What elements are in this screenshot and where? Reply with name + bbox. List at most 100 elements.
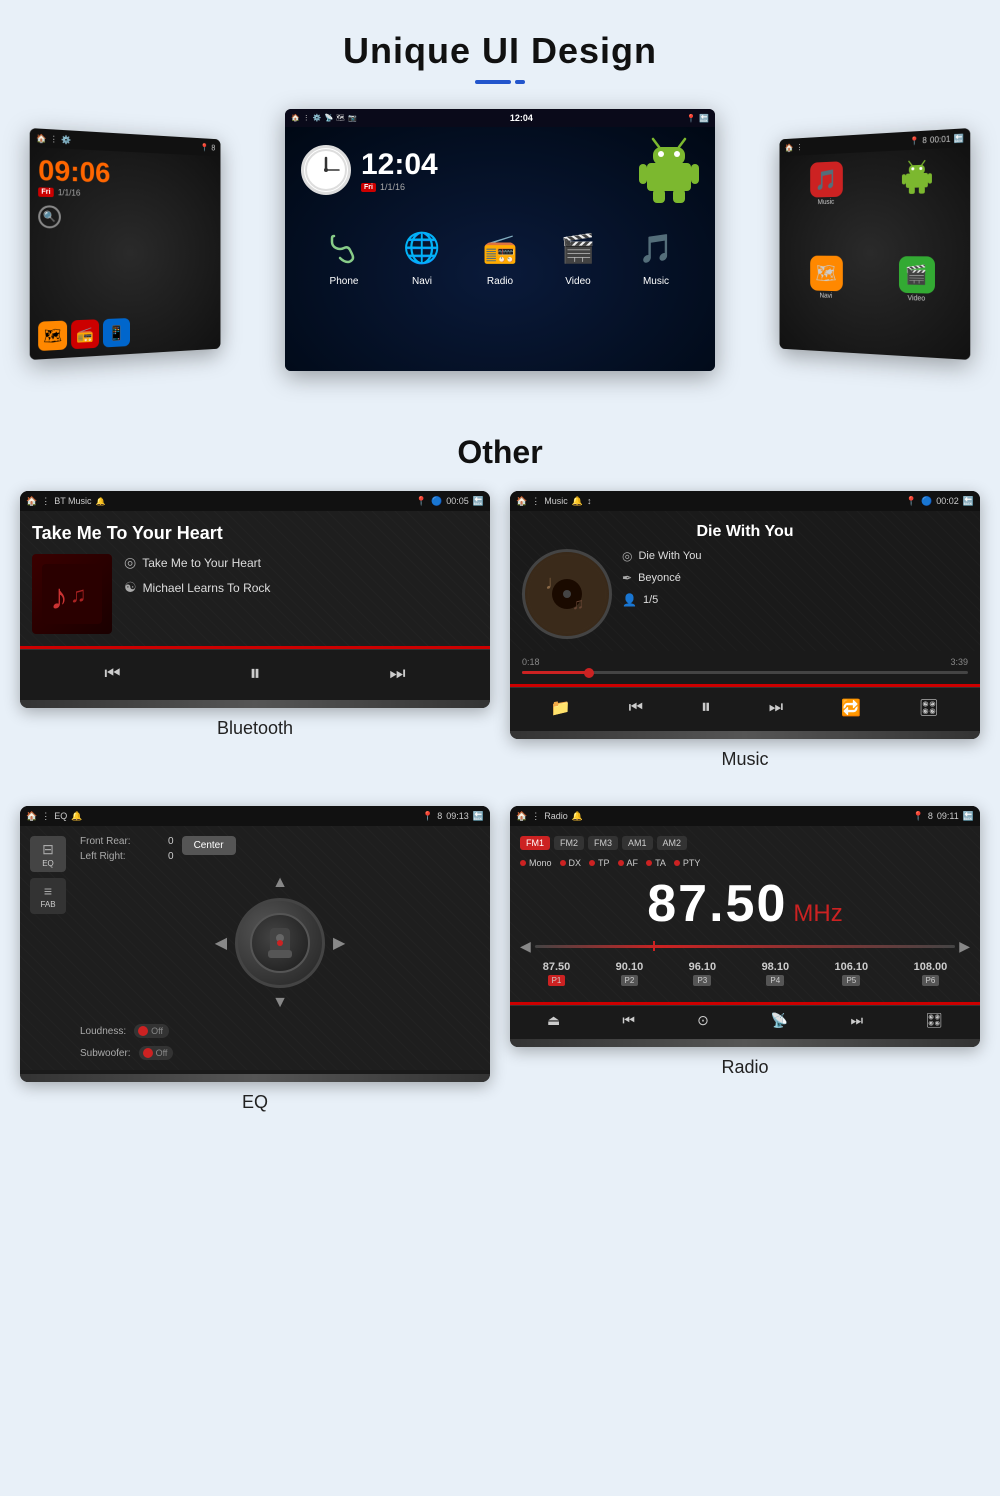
music-disc-icon: ◎ <box>622 549 632 563</box>
subwoofer-value: Off <box>156 1048 168 1058</box>
eq-up-arrow[interactable]: ▲ <box>268 870 292 896</box>
music-track-title: Die With You <box>522 523 968 541</box>
fab-btn[interactable]: ≡ FAB <box>30 878 66 914</box>
android-robot <box>639 135 699 205</box>
center-app-navi[interactable]: 🌐 Navi <box>397 223 447 371</box>
preset-p5-label: P5 <box>842 975 860 986</box>
opt-ta: TA <box>655 858 666 868</box>
radio-next-btn[interactable]: ⏭ <box>850 1012 863 1029</box>
right-app-video[interactable]: 🎬 Video <box>873 256 962 351</box>
app-icon-radio[interactable]: 📻 <box>71 319 99 349</box>
center-app-phone[interactable]: Phone <box>319 223 369 371</box>
progress-bar[interactable] <box>522 671 968 674</box>
center-app-video[interactable]: 🎬 Video <box>553 223 603 371</box>
eq-btn[interactable]: ⊟ EQ <box>30 836 66 872</box>
right-app-music[interactable]: 🎵 Music <box>786 160 867 250</box>
eq-left-arrow[interactable]: ◀ <box>211 929 231 957</box>
radio-card: 🏠⋮ Radio 🔔 📍8 09:11 🔙 FM1 FM2 <box>510 806 980 1129</box>
bt-status-bar: 🏠⋮ BT Music 🔔 📍🔵 00:05 🔙 <box>20 491 490 511</box>
loudness-value: Off <box>151 1026 163 1036</box>
fab-icon: ≡ <box>44 883 52 899</box>
preset-p4[interactable]: 98.10 P4 <box>762 961 790 986</box>
music-track-name: Die With You <box>638 550 701 562</box>
center-app-music[interactable]: 🎵 Music <box>631 223 681 371</box>
radio-menu-btn[interactable]: 🎛 <box>925 1012 943 1029</box>
progress-end: 3:39 <box>950 657 968 667</box>
music-folder-btn[interactable]: 📁 <box>551 698 571 718</box>
music-tracknum-row: 👤 1/5 <box>622 593 701 607</box>
carousel-wrapper: 🏠⋮⚙️ 📍8 09:06 Fri 1/1/16 🔍 🗺 📻 📱 <box>0 104 1000 384</box>
bt-next-btn[interactable]: ⏭ <box>389 663 405 684</box>
preset-p6[interactable]: 108.00 P6 <box>914 961 948 986</box>
screens-grid: 🏠⋮ BT Music 🔔 📍🔵 00:05 🔙 Take Me To Your… <box>0 491 1000 1129</box>
bt-track-name: Take Me to Your Heart <box>142 556 261 570</box>
preset-p2[interactable]: 90.10 P2 <box>616 961 644 986</box>
music-play-btn[interactable]: ⏸ <box>701 696 711 719</box>
right-app-grid: 🎵 Music <box>786 156 961 351</box>
bt-label: Bluetooth <box>20 708 490 755</box>
right-app-android[interactable] <box>873 156 962 250</box>
music-prev-btn[interactable]: ⏮ <box>629 699 643 717</box>
bt-album-art: ♪ ♫ <box>32 554 112 634</box>
left-time: 09:06 <box>38 156 213 191</box>
loudness-toggle[interactable]: Off <box>134 1024 169 1038</box>
radio-wifi-btn[interactable]: 📡 <box>771 1012 788 1029</box>
bluetooth-card: 🏠⋮ BT Music 🔔 📍🔵 00:05 🔙 Take Me To Your… <box>20 491 490 786</box>
radio-controls: ⏏ ⏮ ⊙ 📡 ⏭ 🎛 <box>510 1005 980 1035</box>
tuner-right-arrow[interactable]: ▶ <box>959 938 970 955</box>
radio-band-fm1[interactable]: FM1 <box>520 836 550 850</box>
eq-left-right-value: 0 <box>168 851 174 862</box>
music-eq-btn[interactable]: 🎛 <box>919 698 939 718</box>
opt-tp: TP <box>598 858 610 868</box>
radio-band-am1[interactable]: AM1 <box>622 836 653 850</box>
search-icon: 🔍 <box>38 205 61 228</box>
center-day-badge: Fri <box>361 183 376 192</box>
radio-band-fm2[interactable]: FM2 <box>554 836 584 850</box>
tuner-left-arrow[interactable]: ◀ <box>520 938 531 955</box>
app-icon-maps[interactable]: 🗺 <box>38 321 67 352</box>
bt-play-btn[interactable]: ⏸ <box>249 660 260 686</box>
preset-p1[interactable]: 87.50 P1 <box>543 961 571 986</box>
title-underline <box>0 80 1000 84</box>
center-app-radio[interactable]: 📻 Radio <box>475 223 525 371</box>
preset-p2-freq: 90.10 <box>616 961 644 973</box>
bt-track-name-row: ◎ Take Me to Your Heart <box>124 554 270 571</box>
radio-eject-btn[interactable]: ⏏ <box>547 1012 560 1029</box>
opt-dx: DX <box>569 858 582 868</box>
eq-front-rear-value: 0 <box>168 836 174 847</box>
radio-prev-btn[interactable]: ⏮ <box>622 1012 635 1029</box>
section2: Other 🏠⋮ BT Music 🔔 📍🔵 00:05 🔙 <box>0 414 1000 1139</box>
app-icon-bt[interactable]: 📱 <box>103 318 130 347</box>
center-apps-row: Phone 🌐 Navi 📻 Radio 🎬 Video <box>285 213 715 371</box>
music-repeat-btn[interactable]: 🔁 <box>841 698 861 718</box>
eq-down-arrow[interactable]: ▼ <box>268 990 292 1016</box>
eq-center-button[interactable]: Center <box>182 836 236 855</box>
radio-home-btn[interactable]: ⊙ <box>697 1012 709 1029</box>
svg-text:♪: ♪ <box>50 576 68 617</box>
screen-right: 🏠⋮ 📍800:01🔙 🎵 Music <box>780 128 971 360</box>
bt-prev-btn[interactable]: ⏮ <box>104 663 120 684</box>
music-next-btn[interactable]: ⏭ <box>769 699 783 717</box>
bt-body: Take Me To Your Heart ♪ ♫ <box>20 511 490 646</box>
left-day-badge: Fri <box>38 187 54 197</box>
preset-p2-label: P2 <box>621 975 639 986</box>
opt-pty: PTY <box>683 858 701 868</box>
eq-status-time: 09:13 <box>446 811 469 821</box>
radio-band-am2[interactable]: AM2 <box>657 836 688 850</box>
preset-p3[interactable]: 96.10 P3 <box>689 961 717 986</box>
eq-card: 🏠⋮ EQ 🔔 📍8 09:13 🔙 ⊟ E <box>20 806 490 1129</box>
preset-p5[interactable]: 106.10 P5 <box>835 961 869 986</box>
radio-band-fm3[interactable]: FM3 <box>588 836 618 850</box>
music-track-name-row: ◎ Die With You <box>622 549 701 563</box>
screen-left: 🏠⋮⚙️ 📍8 09:06 Fri 1/1/16 🔍 🗺 📻 📱 <box>30 128 221 360</box>
radio-status-time: 09:11 <box>937 811 959 821</box>
music-status-label: Music <box>544 496 568 506</box>
eq-left-right-label: Left Right: <box>80 851 160 862</box>
subwoofer-toggle[interactable]: Off <box>139 1046 174 1060</box>
music-label: Music <box>510 739 980 786</box>
center-date: 1/1/16 <box>380 182 405 192</box>
radio-body: FM1 FM2 FM3 AM1 AM2 Mono DX TP AF TA PTY <box>510 826 980 1002</box>
eq-knob[interactable] <box>235 898 325 988</box>
right-app-navi[interactable]: 🗺 Navi <box>786 255 867 345</box>
eq-right-arrow[interactable]: ▶ <box>329 929 349 957</box>
